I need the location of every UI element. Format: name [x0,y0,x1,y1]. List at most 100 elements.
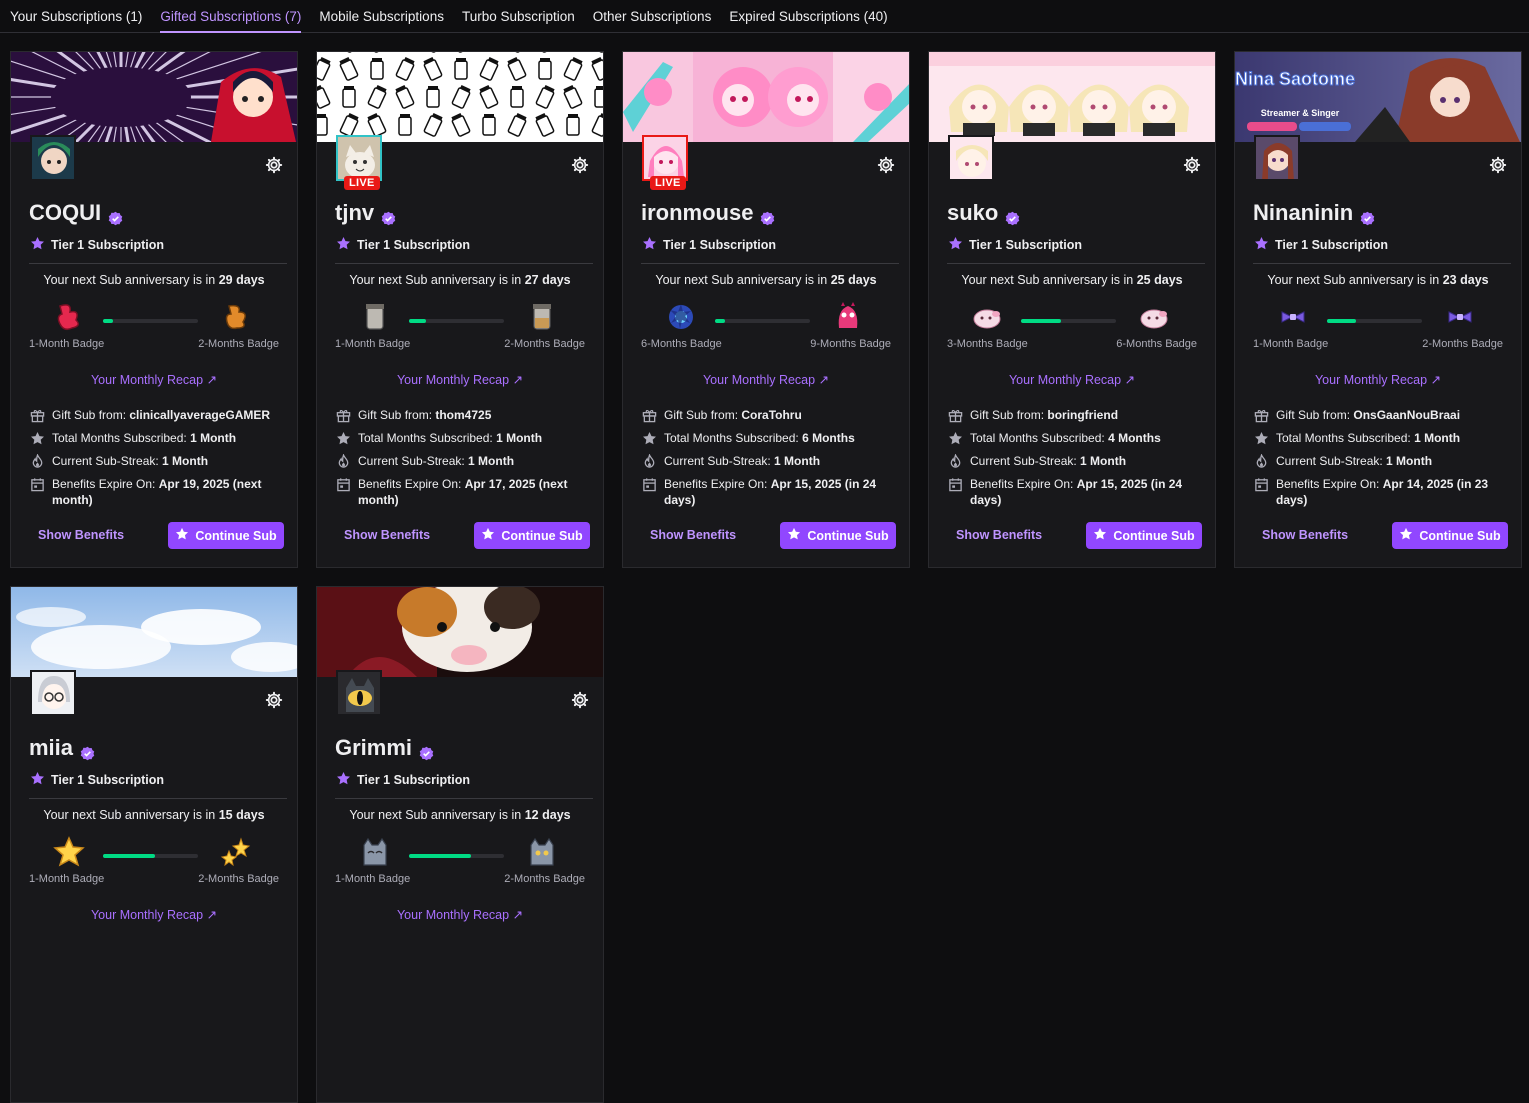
next-badge-icon [219,300,253,334]
subscription-card: suko Tier 1 Subscription Your next Sub a… [928,51,1216,568]
show-benefits-button[interactable]: Show Benefits [1262,528,1348,542]
channel-name[interactable]: tjnv [335,200,374,226]
badge-progress-bar [1021,319,1116,323]
gear-icon[interactable] [571,691,589,709]
star-icon [481,527,495,544]
streak-value: 1 Month [1386,454,1433,468]
verified-icon [80,741,95,760]
avatar[interactable] [336,135,382,181]
monthly-recap-link[interactable]: Your Monthly Recap ↗ [317,372,603,387]
channel-name[interactable]: Ninaninin [1253,200,1353,226]
tab-mobile-subscriptions[interactable]: Mobile Subscriptions [319,0,444,33]
next-badge-label: 2-Months Badge [504,873,585,885]
tier-label: Tier 1 Subscription [969,238,1082,252]
flame-icon [642,453,657,469]
divider [641,263,899,264]
continue-sub-label: Continue Sub [807,528,889,543]
channel-name[interactable]: ironmouse [641,200,753,226]
avatar[interactable] [30,670,76,716]
avatar[interactable] [642,135,688,181]
continue-sub-button[interactable]: Continue Sub [474,522,590,549]
avatar[interactable] [948,135,994,181]
channel-name-row: Grimmi [335,735,434,761]
star-outline-icon [948,431,963,446]
next-badge-icon [219,835,253,869]
badge-progress-fill [1327,319,1356,323]
monthly-recap-link[interactable]: Your Monthly Recap ↗ [317,907,603,922]
monthly-recap-link[interactable]: Your Monthly Recap ↗ [1235,372,1521,387]
subscription-card: LIVE tjnv Tier 1 Subscription Your next … [316,51,604,568]
star-icon [30,771,45,789]
total-months-value: 1 Month [190,431,237,445]
badge-progress-bar [103,854,198,858]
continue-sub-button[interactable]: Continue Sub [780,522,896,549]
tab-expired-subscriptions[interactable]: Expired Subscriptions (40) [729,0,887,33]
channel-name[interactable]: COQUI [29,200,101,226]
gear-icon[interactable] [1489,156,1507,174]
continue-sub-button[interactable]: Continue Sub [168,522,284,549]
gifter-name[interactable]: boringfriend [1047,408,1118,422]
gear-icon[interactable] [571,156,589,174]
current-badge-icon [664,300,698,334]
gift-icon [948,408,963,423]
expire-row: Benefits Expire On: Apr 17, 2025 (next m… [336,476,593,508]
tab-your-subscriptions[interactable]: Your Subscriptions (1) [10,0,142,33]
channel-name-row: miia [29,735,95,761]
expire-row: Benefits Expire On: Apr 15, 2025 (in 24 … [642,476,899,508]
next-badge-icon [831,300,865,334]
avatar[interactable] [1254,135,1300,181]
anniversary-prefix: Your next Sub anniversary is in [349,808,525,822]
channel-name[interactable]: Grimmi [335,735,412,761]
gear-icon[interactable] [265,156,283,174]
gear-icon[interactable] [1183,156,1201,174]
gear-icon[interactable] [265,691,283,709]
badge-progress-fill [103,319,113,323]
total-months-row: Total Months Subscribed: 1 Month [336,430,593,446]
monthly-recap-link[interactable]: Your Monthly Recap ↗ [623,372,909,387]
anniversary-days: 23 days [1442,273,1489,287]
streak-label: Current Sub-Streak: [970,454,1081,468]
monthly-recap-link[interactable]: Your Monthly Recap ↗ [11,907,297,922]
gifter-label: Gift Sub from: [52,408,130,422]
avatar[interactable] [336,670,382,716]
verified-icon [381,206,396,225]
current-badge-label: 1-Month Badge [29,338,105,350]
next-badge-label: 2-Months Badge [504,338,585,350]
continue-sub-button[interactable]: Continue Sub [1392,522,1508,549]
verified-icon [1360,206,1375,225]
streak-row: Current Sub-Streak: 1 Month [642,453,899,469]
tab-other-subscriptions[interactable]: Other Subscriptions [593,0,712,33]
star-icon [642,236,657,254]
tab-turbo-subscription[interactable]: Turbo Subscription [462,0,575,33]
show-benefits-button[interactable]: Show Benefits [38,528,124,542]
gifter-name[interactable]: clinicallyaverageGAMER [129,408,270,422]
subscription-tabs: Your Subscriptions (1) Gifted Subscripti… [0,0,1529,33]
total-months-label: Total Months Subscribed: [664,431,803,445]
star-icon [336,236,351,254]
calendar-icon [1254,477,1269,492]
channel-name[interactable]: miia [29,735,73,761]
gifter-name[interactable]: OnsGaanNouBraai [1353,408,1460,422]
avatar[interactable] [30,135,76,181]
subscription-info: Gift Sub from: boringfriend Total Months… [948,407,1205,515]
show-benefits-button[interactable]: Show Benefits [956,528,1042,542]
monthly-recap-link[interactable]: Your Monthly Recap ↗ [11,372,297,387]
badge-progress-bar [103,319,198,323]
tier-label: Tier 1 Subscription [357,238,470,252]
continue-sub-button[interactable]: Continue Sub [1086,522,1202,549]
current-badge-label: 3-Months Badge [947,338,1028,350]
gifter-name[interactable]: CoraTohru [741,408,801,422]
tab-gifted-subscriptions[interactable]: Gifted Subscriptions (7) [160,0,302,33]
gifter-name[interactable]: thom4725 [435,408,491,422]
streak-label: Current Sub-Streak: [664,454,775,468]
monthly-recap-link[interactable]: Your Monthly Recap ↗ [929,372,1215,387]
gear-icon[interactable] [877,156,895,174]
expire-row: Benefits Expire On: Apr 14, 2025 (in 23 … [1254,476,1511,508]
streak-row: Current Sub-Streak: 1 Month [948,453,1205,469]
current-badge-icon [52,300,86,334]
channel-banner [11,587,297,677]
tier-row: Tier 1 Subscription [642,236,776,254]
show-benefits-button[interactable]: Show Benefits [344,528,430,542]
channel-name[interactable]: suko [947,200,998,226]
show-benefits-button[interactable]: Show Benefits [650,528,736,542]
